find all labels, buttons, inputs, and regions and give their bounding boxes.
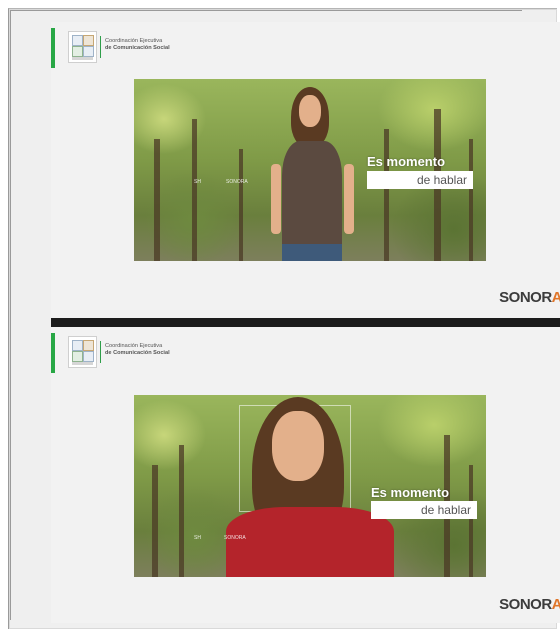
watermark-sh: SH bbox=[194, 535, 201, 541]
watermark-sonora: SONORA bbox=[224, 535, 246, 541]
campaign-subtitle: de hablar bbox=[371, 501, 477, 519]
slide-divider bbox=[51, 318, 560, 327]
slide-1: Coordinación Ejecutiva de Comunicación S… bbox=[51, 22, 560, 318]
org-line-2: de Comunicación Social bbox=[105, 350, 170, 356]
header-separator bbox=[100, 341, 101, 363]
slide-2: Coordinación Ejecutiva de Comunicación S… bbox=[51, 327, 560, 623]
green-accent-bar bbox=[51, 333, 55, 373]
campaign-title: Es momento bbox=[367, 154, 446, 169]
org-line-1: Coordinación Ejecutiva bbox=[105, 38, 163, 44]
green-accent-bar bbox=[51, 28, 55, 68]
coat-of-arms-logo bbox=[68, 336, 97, 368]
campaign-subtitle: de hablar bbox=[367, 171, 473, 189]
watermark-sonora: SONORA bbox=[226, 179, 248, 185]
organization-name: Coordinación Ejecutiva de Comunicación S… bbox=[105, 38, 170, 52]
campaign-photo: Es momento de hablar SH SONORA bbox=[134, 79, 486, 261]
org-line-1: Coordinación Ejecutiva bbox=[105, 343, 163, 349]
coat-of-arms-logo bbox=[68, 31, 97, 63]
watermark-sh: SH bbox=[194, 179, 201, 185]
sonora-logo: SONORA bbox=[499, 596, 560, 613]
sonora-logo: SONORA bbox=[499, 289, 560, 306]
campaign-photo: Es momento de hablar SH SONORA bbox=[134, 395, 486, 577]
campaign-title: Es momento bbox=[371, 485, 450, 500]
frame-left-border bbox=[10, 10, 11, 620]
organization-name: Coordinación Ejecutiva de Comunicación S… bbox=[105, 343, 170, 357]
header-separator bbox=[100, 36, 101, 58]
frame-top-border bbox=[10, 10, 522, 11]
org-line-2: de Comunicación Social bbox=[105, 45, 170, 51]
